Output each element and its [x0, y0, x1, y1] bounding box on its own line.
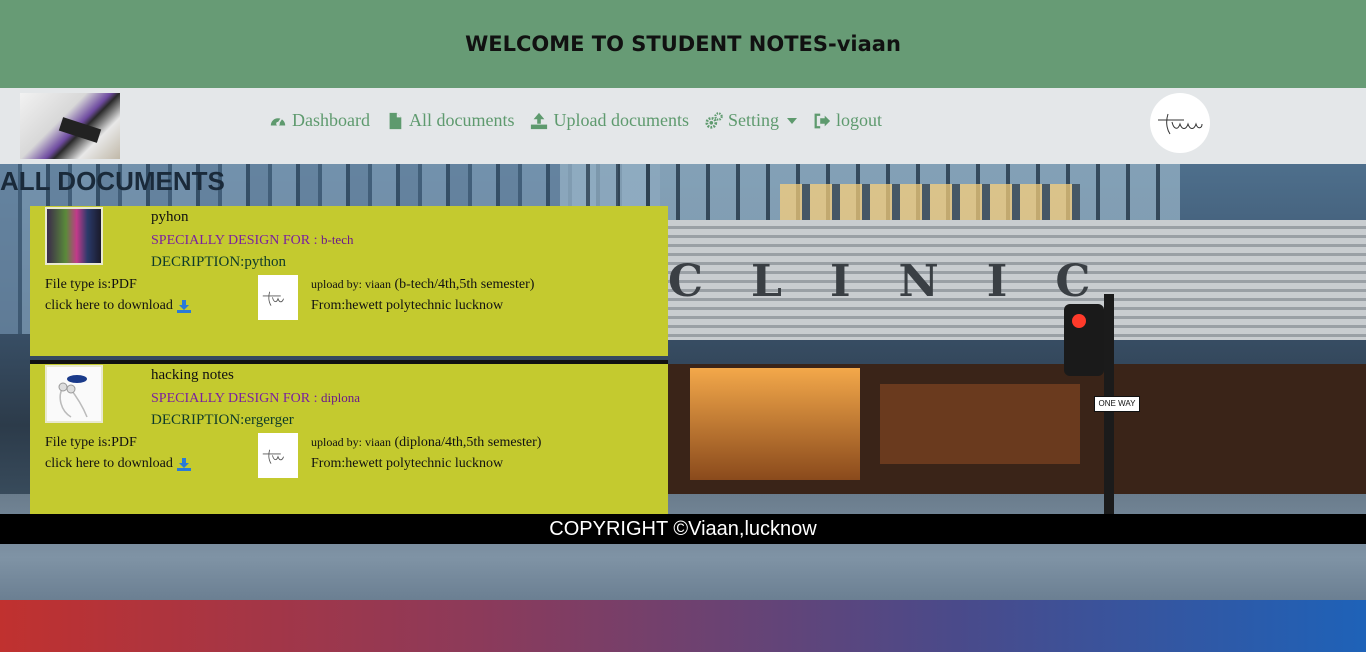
document-audience: SPECIALLY DESIGN FOR : diplona [151, 390, 360, 406]
page-title: ALL DOCUMENTS [0, 166, 225, 196]
uploader-institution: From:hewett polytechnic lucknow [311, 298, 504, 313]
nav-upload-documents[interactable]: Upload documents [530, 110, 689, 131]
footer: COPYRIGHT ©Viaan,lucknow [0, 514, 1366, 544]
document-thumbnail[interactable] [45, 365, 103, 423]
document-card: hacking notes SPECIALLY DESIGN FOR : dip… [30, 360, 668, 514]
uploader-avatar [258, 433, 298, 478]
document-audience: SPECIALLY DESIGN FOR : b-tech [151, 232, 354, 248]
nav-all-documents[interactable]: All documents [386, 110, 514, 131]
copyright-text: COPYRIGHT ©Viaan,lucknow [549, 517, 817, 540]
file-icon [389, 112, 402, 129]
document-thumbnail[interactable] [45, 207, 103, 265]
document-file-type: File type is:PDF [45, 277, 137, 292]
chevron-down-icon [786, 117, 797, 124]
uploader-info: upload by: viaan (diplona/4th,5th semest… [311, 435, 542, 450]
site-header: WELCOME TO STUDENT NOTES-viaan [0, 0, 1366, 88]
document-card: pyhon SPECIALLY DESIGN FOR : b-tech DECR… [30, 206, 668, 356]
site-title: WELCOME TO STUDENT NOTES-viaan [465, 32, 901, 56]
upload-icon [531, 112, 548, 129]
document-title: hacking notes [151, 367, 234, 383]
earphones-image [58, 375, 88, 418]
dashboard-icon [270, 117, 286, 125]
signature-image [262, 449, 284, 464]
document-description: DECRIPTION:ergerger [151, 412, 294, 428]
nav-links: Dashboard All documents Upload documents… [269, 110, 898, 131]
download-icon [176, 457, 191, 471]
document-file-type: File type is:PDF [45, 435, 137, 450]
signature-image [262, 291, 284, 306]
signature-image [1158, 113, 1203, 135]
document-title: pyhon [151, 209, 189, 225]
navbar: Dashboard All documents Upload documents… [0, 88, 1366, 164]
document-description: DECRIPTION:python [151, 254, 286, 270]
nav-dashboard[interactable]: Dashboard [269, 110, 370, 131]
site-logo[interactable] [20, 93, 120, 159]
bottom-gradient-bar [0, 600, 1366, 652]
nav-setting-dropdown[interactable]: Setting [705, 110, 797, 131]
logout-icon [814, 113, 831, 128]
nav-logout[interactable]: logout [813, 110, 882, 131]
document-list: pyhon SPECIALLY DESIGN FOR : b-tech DECR… [30, 206, 668, 518]
download-link[interactable]: click here to download [45, 298, 191, 314]
uploader-institution: From:hewett polytechnic lucknow [311, 456, 504, 471]
gears-icon [705, 111, 723, 129]
uploader-info: upload by: viaan (b-tech/4th,5th semeste… [311, 277, 535, 292]
uploader-avatar [258, 275, 298, 320]
download-link[interactable]: click here to download [45, 456, 191, 472]
user-avatar[interactable] [1150, 93, 1210, 153]
download-icon [176, 299, 191, 313]
